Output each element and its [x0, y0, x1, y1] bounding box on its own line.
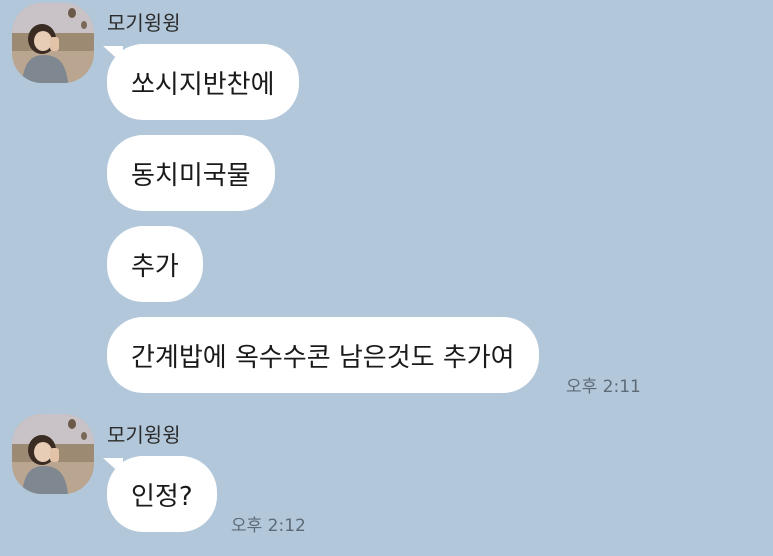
sender-name: 모기윙윙 — [107, 11, 181, 35]
message-bubble[interactable]: 동치미국물 — [107, 135, 275, 211]
message-timestamp: 오후 2:12 — [231, 516, 306, 536]
sender-name: 모기윙윙 — [107, 423, 181, 447]
sender-avatar[interactable] — [12, 3, 94, 83]
message-bubble[interactable]: 쏘시지반찬에 — [107, 44, 299, 120]
message-bubble[interactable]: 추가 — [107, 226, 203, 302]
profile-photo-avatar-icon — [12, 3, 94, 83]
message-bubble[interactable]: 인정? — [107, 456, 217, 532]
sender-avatar[interactable] — [12, 414, 94, 494]
profile-photo-avatar-icon — [12, 414, 94, 494]
message-bubble[interactable]: 간계밥에 옥수수콘 남은것도 추가여 — [107, 317, 539, 393]
message-timestamp: 오후 2:11 — [566, 377, 641, 397]
